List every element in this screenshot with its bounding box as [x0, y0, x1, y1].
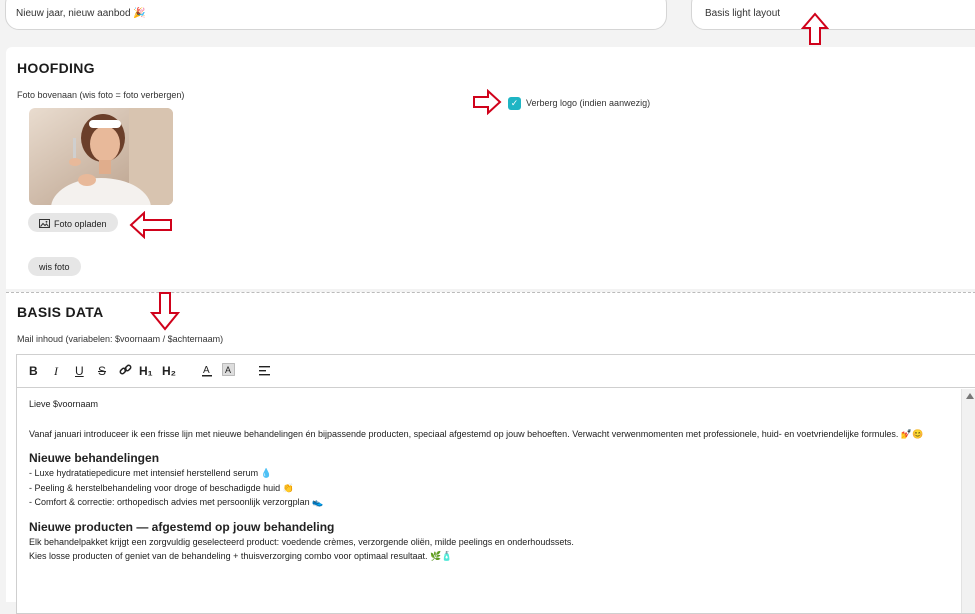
- annotation-arrow-down: [150, 292, 180, 331]
- strike-button[interactable]: S: [98, 364, 106, 378]
- clear-photo-button[interactable]: wis foto: [28, 257, 81, 276]
- heading2-button[interactable]: H₂: [162, 364, 176, 378]
- section-title-basis: BASIS DATA: [17, 304, 104, 320]
- image-icon: [39, 219, 50, 228]
- list-item: - Comfort & correctie: orthopedisch advi…: [29, 497, 324, 507]
- annotation-arrow-up: [801, 12, 829, 45]
- photo-image: [29, 108, 173, 205]
- svg-text:A: A: [225, 365, 231, 375]
- hide-logo-label: Verberg logo (indien aanwezig): [526, 98, 651, 108]
- upload-photo-button[interactable]: Foto opladen: [28, 213, 118, 232]
- bold-button[interactable]: B: [29, 364, 38, 378]
- upload-photo-label: Foto opladen: [54, 219, 107, 229]
- mail-content-label: Mail inhoud (variabelen: $voornaam / $ac…: [17, 334, 224, 344]
- annotation-arrow-right-checkbox: [473, 89, 502, 115]
- heading-products: Nieuwe producten — afgestemd op jouw beh…: [29, 519, 335, 534]
- list-item: - Peeling & herstelbehandeling voor drog…: [29, 482, 294, 493]
- scroll-up-icon[interactable]: [966, 393, 974, 399]
- link-button[interactable]: [119, 363, 132, 379]
- highlight-icon: A: [222, 363, 235, 376]
- products-paragraph-1: Elk behandelpakket krijgt een zorgvuldig…: [29, 536, 574, 547]
- text-color-button[interactable]: A: [201, 363, 213, 380]
- underline-button[interactable]: U: [75, 364, 84, 378]
- italic-button[interactable]: I: [54, 364, 58, 379]
- highlight-button[interactable]: A: [222, 363, 235, 380]
- greeting-line: Lieve $voornaam: [29, 399, 99, 409]
- align-left-icon: [259, 366, 270, 376]
- hoofding-section: HOOFDING Foto bovenaan (wis foto = foto …: [6, 47, 975, 289]
- heading-treatments: Nieuwe behandelingen: [29, 451, 160, 465]
- annotation-arrow-left-upload: [129, 211, 172, 239]
- heading1-button[interactable]: H₁: [139, 364, 153, 378]
- align-button[interactable]: [259, 365, 271, 379]
- layout-select[interactable]: Basis light layout: [691, 0, 975, 30]
- intro-paragraph: Vanaf januari introduceer ik een frisse …: [29, 428, 924, 439]
- svg-text:A: A: [203, 365, 210, 376]
- editor-scrollbar[interactable]: [961, 389, 975, 613]
- text-color-icon: A: [202, 365, 212, 377]
- link-icon: [119, 364, 132, 375]
- editor-toolbar: B I U S H₁ H₂ A A: [17, 355, 975, 388]
- subject-input[interactable]: Nieuw jaar, nieuw aanbod 🎉: [5, 0, 667, 30]
- products-paragraph-2: Kies losse producten of geniet van de be…: [29, 551, 453, 561]
- section-title-hoofding: HOOFDING: [17, 60, 95, 76]
- rich-text-editor[interactable]: B I U S H₁ H₂ A A Lieve $voornaam Vanaf …: [16, 354, 975, 614]
- list-item: - Luxe hydratatiepedicure met intensief …: [29, 468, 272, 478]
- hide-logo-checkbox[interactable]: ✓: [508, 97, 521, 110]
- basis-data-section: BASIS DATA Mail inhoud (variabelen: $voo…: [6, 292, 975, 614]
- photo-label: Foto bovenaan (wis foto = foto verbergen…: [17, 90, 185, 100]
- editor-content[interactable]: Lieve $voornaam Vanaf januari introducee…: [17, 389, 959, 613]
- header-photo: [29, 108, 173, 205]
